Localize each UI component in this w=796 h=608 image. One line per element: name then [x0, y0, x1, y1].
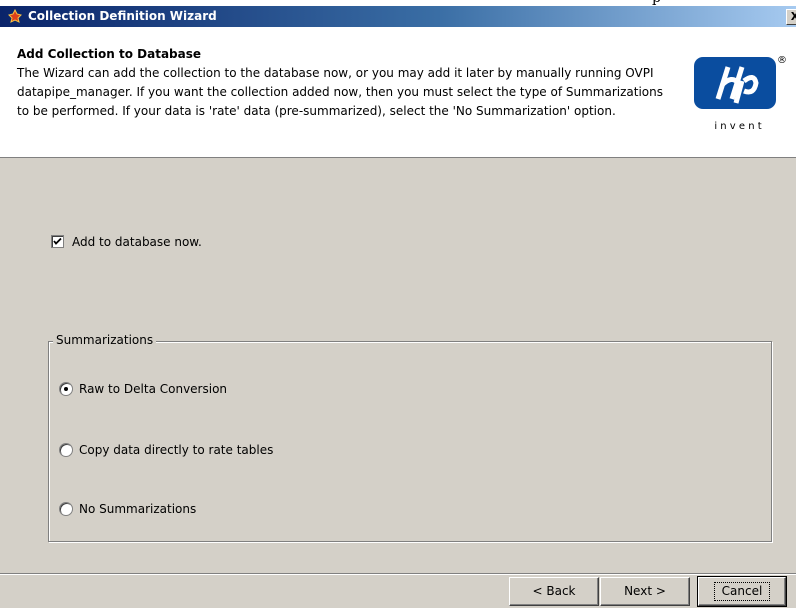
hp-logo: ® i n v e n t [694, 55, 787, 132]
close-button[interactable]: X [786, 9, 796, 25]
radio-copy-to-rate-tables[interactable] [59, 443, 73, 457]
next-button[interactable]: Next > [600, 577, 690, 606]
page-description: The Wizard can add the collection to the… [17, 66, 664, 118]
checkmark-icon [53, 237, 62, 245]
add-to-database-label[interactable]: Add to database now. [72, 235, 202, 249]
registered-mark: ® [777, 55, 787, 66]
wizard-content: Add to database now. Summarizations Raw … [0, 158, 796, 574]
wizard-footer: < Back Next > Cancel [0, 575, 796, 608]
app-icon [8, 9, 22, 23]
radio-label-raw-to-delta[interactable]: Raw to Delta Conversion [79, 382, 227, 396]
page-title: Add Collection to Database [17, 47, 202, 61]
cancel-button-label: Cancel [713, 582, 771, 601]
radio-raw-to-delta[interactable] [59, 382, 73, 396]
radio-no-summarizations[interactable] [59, 502, 73, 516]
window-title: Collection Definition Wizard [28, 9, 217, 23]
wizard-header: Add Collection to Database The Wizard ca… [0, 27, 796, 158]
add-to-database-checkbox[interactable] [51, 235, 64, 248]
logo-tagline: i n v e n t [714, 121, 761, 132]
radio-selected-dot [64, 387, 68, 391]
radio-label-no-summarizations[interactable]: No Summarizations [79, 502, 196, 516]
summarizations-legend: Summarizations [53, 333, 157, 347]
cancel-button[interactable]: Cancel [697, 576, 787, 607]
title-bar[interactable]: Collection Definition Wizard X [0, 6, 796, 27]
radio-label-copy-to-rate-tables[interactable]: Copy data directly to rate tables [79, 443, 273, 457]
back-button[interactable]: < Back [509, 577, 599, 606]
